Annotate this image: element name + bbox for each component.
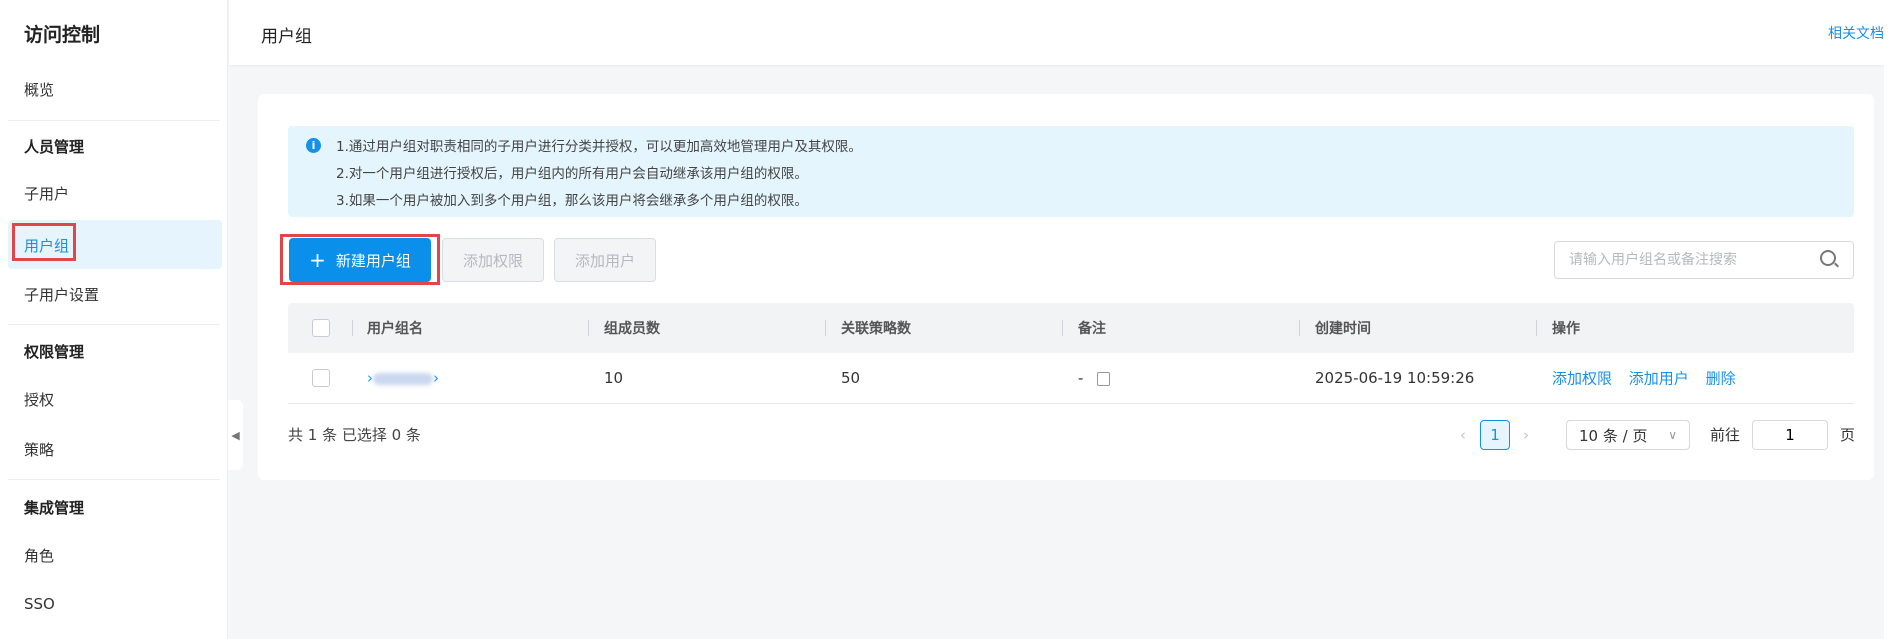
info-line: 1.通过用户组对职责相同的子用户进行分类并授权，可以更加高效地管理用户及其权限。 [336, 139, 862, 155]
edit-icon[interactable] [1097, 371, 1111, 386]
sidebar-item-sub-user-settings[interactable]: 子用户设置 [24, 284, 99, 305]
delete-link[interactable]: 删除 [1706, 370, 1736, 388]
add-permission-button[interactable]: 添加权限 [442, 238, 544, 282]
add-user-link[interactable]: 添加用户 [1629, 370, 1689, 388]
divider [8, 479, 220, 480]
header: 用户组 相关文档 [229, 0, 1898, 65]
add-user-button[interactable]: 添加用户 [554, 238, 656, 282]
sidebar-item-policies[interactable]: 策略 [24, 439, 54, 460]
sidebar-item-authorization[interactable]: 授权 [24, 389, 54, 410]
info-banner: i 1.通过用户组对职责相同的子用户进行分类并授权，可以更加高效地管理用户及其权… [288, 126, 1854, 217]
sidebar-group-people: 人员管理 [24, 138, 85, 156]
goto-page-input[interactable] [1752, 420, 1828, 450]
row-actions: 添加权限 添加用户 删除 [1552, 368, 1736, 389]
column-separator [1299, 320, 1300, 336]
page-size-value: 10 条 / 页 [1579, 426, 1648, 445]
add-permission-link[interactable]: 添加权限 [1552, 370, 1612, 388]
next-page-button[interactable]: › [1516, 420, 1536, 450]
column-separator [352, 320, 353, 336]
sidebar-item-roles[interactable]: 角色 [24, 545, 54, 566]
collapse-sidebar-button[interactable]: ◀ [228, 400, 243, 470]
page-title: 用户组 [261, 27, 312, 47]
sidebar-group-integration: 集成管理 [24, 499, 85, 517]
info-icon: i [306, 138, 321, 153]
selection-summary: 共 1 条 已选择 0 条 [288, 426, 421, 444]
column-header-remark: 备注 [1078, 321, 1106, 337]
chevron-down-icon: ∨ [1668, 428, 1677, 442]
info-line: 2.对一个用户组进行授权后，用户组内的所有用户会自动继承该用户组的权限。 [336, 166, 808, 182]
column-separator [825, 320, 826, 336]
column-header-policies: 关联策略数 [841, 321, 911, 337]
prev-page-button[interactable]: ‹ [1453, 420, 1473, 450]
search-icon[interactable] [1820, 250, 1836, 266]
search-input[interactable] [1554, 241, 1854, 279]
select-all-checkbox[interactable] [312, 319, 330, 337]
policy-count: 50 [841, 369, 861, 387]
sidebar-item-sso[interactable]: SSO [24, 595, 55, 613]
remark-value: - [1078, 369, 1084, 387]
column-separator [1536, 320, 1537, 336]
column-header-created: 创建时间 [1315, 321, 1371, 337]
column-header-name: 用户组名 [367, 321, 423, 337]
highlight-box [280, 234, 440, 285]
redacted-name [373, 372, 433, 385]
column-header-actions: 操作 [1552, 321, 1580, 337]
goto-label: 前往 [1710, 426, 1741, 444]
sidebar-title: 访问控制 [24, 24, 101, 46]
created-time: 2025-06-19 10:59:26 [1315, 369, 1475, 387]
page-size-select[interactable]: 10 条 / 页 ∨ [1566, 420, 1690, 450]
highlight-box [12, 223, 76, 261]
sidebar-item-sub-users[interactable]: 子用户 [24, 183, 69, 204]
info-line: 3.如果一个用户被加入到多个用户组，那么该用户将会继承多个用户组的权限。 [336, 193, 808, 209]
sidebar-item-overview[interactable]: 概览 [24, 79, 54, 100]
divider [8, 324, 220, 325]
group-name-link[interactable]: › › [367, 369, 439, 387]
table-row: › › 10 50 - 2025-06-19 10:59:26 添加权限 添加用户… [288, 353, 1854, 404]
sidebar: 访问控制 概览 人员管理 子用户 用户组 子用户设置 权限管理 授权 策略 集成… [0, 0, 228, 639]
column-separator [588, 320, 589, 336]
user-group-table: 用户组名 组成员数 关联策略数 备注 创建时间 操作 › › 10 50 - 20… [288, 303, 1854, 404]
member-count: 10 [604, 369, 624, 387]
column-header-members: 组成员数 [604, 321, 660, 337]
table-header: 用户组名 组成员数 关联策略数 备注 创建时间 操作 [288, 303, 1854, 353]
caret-left-icon: ◀ [231, 428, 240, 442]
related-docs-link[interactable]: 相关文档 [1828, 23, 1884, 43]
remark: - [1078, 369, 1111, 387]
content-card: i 1.通过用户组对职责相同的子用户进行分类并授权，可以更加高效地管理用户及其权… [258, 94, 1874, 480]
row-checkbox[interactable] [312, 369, 330, 387]
scrollbar[interactable] [1884, 65, 1898, 639]
sidebar-group-permissions: 权限管理 [24, 343, 85, 361]
page-suffix: 页 [1840, 426, 1856, 444]
divider [8, 120, 220, 121]
page-1-button[interactable]: 1 [1480, 420, 1510, 450]
column-separator [1062, 320, 1063, 336]
